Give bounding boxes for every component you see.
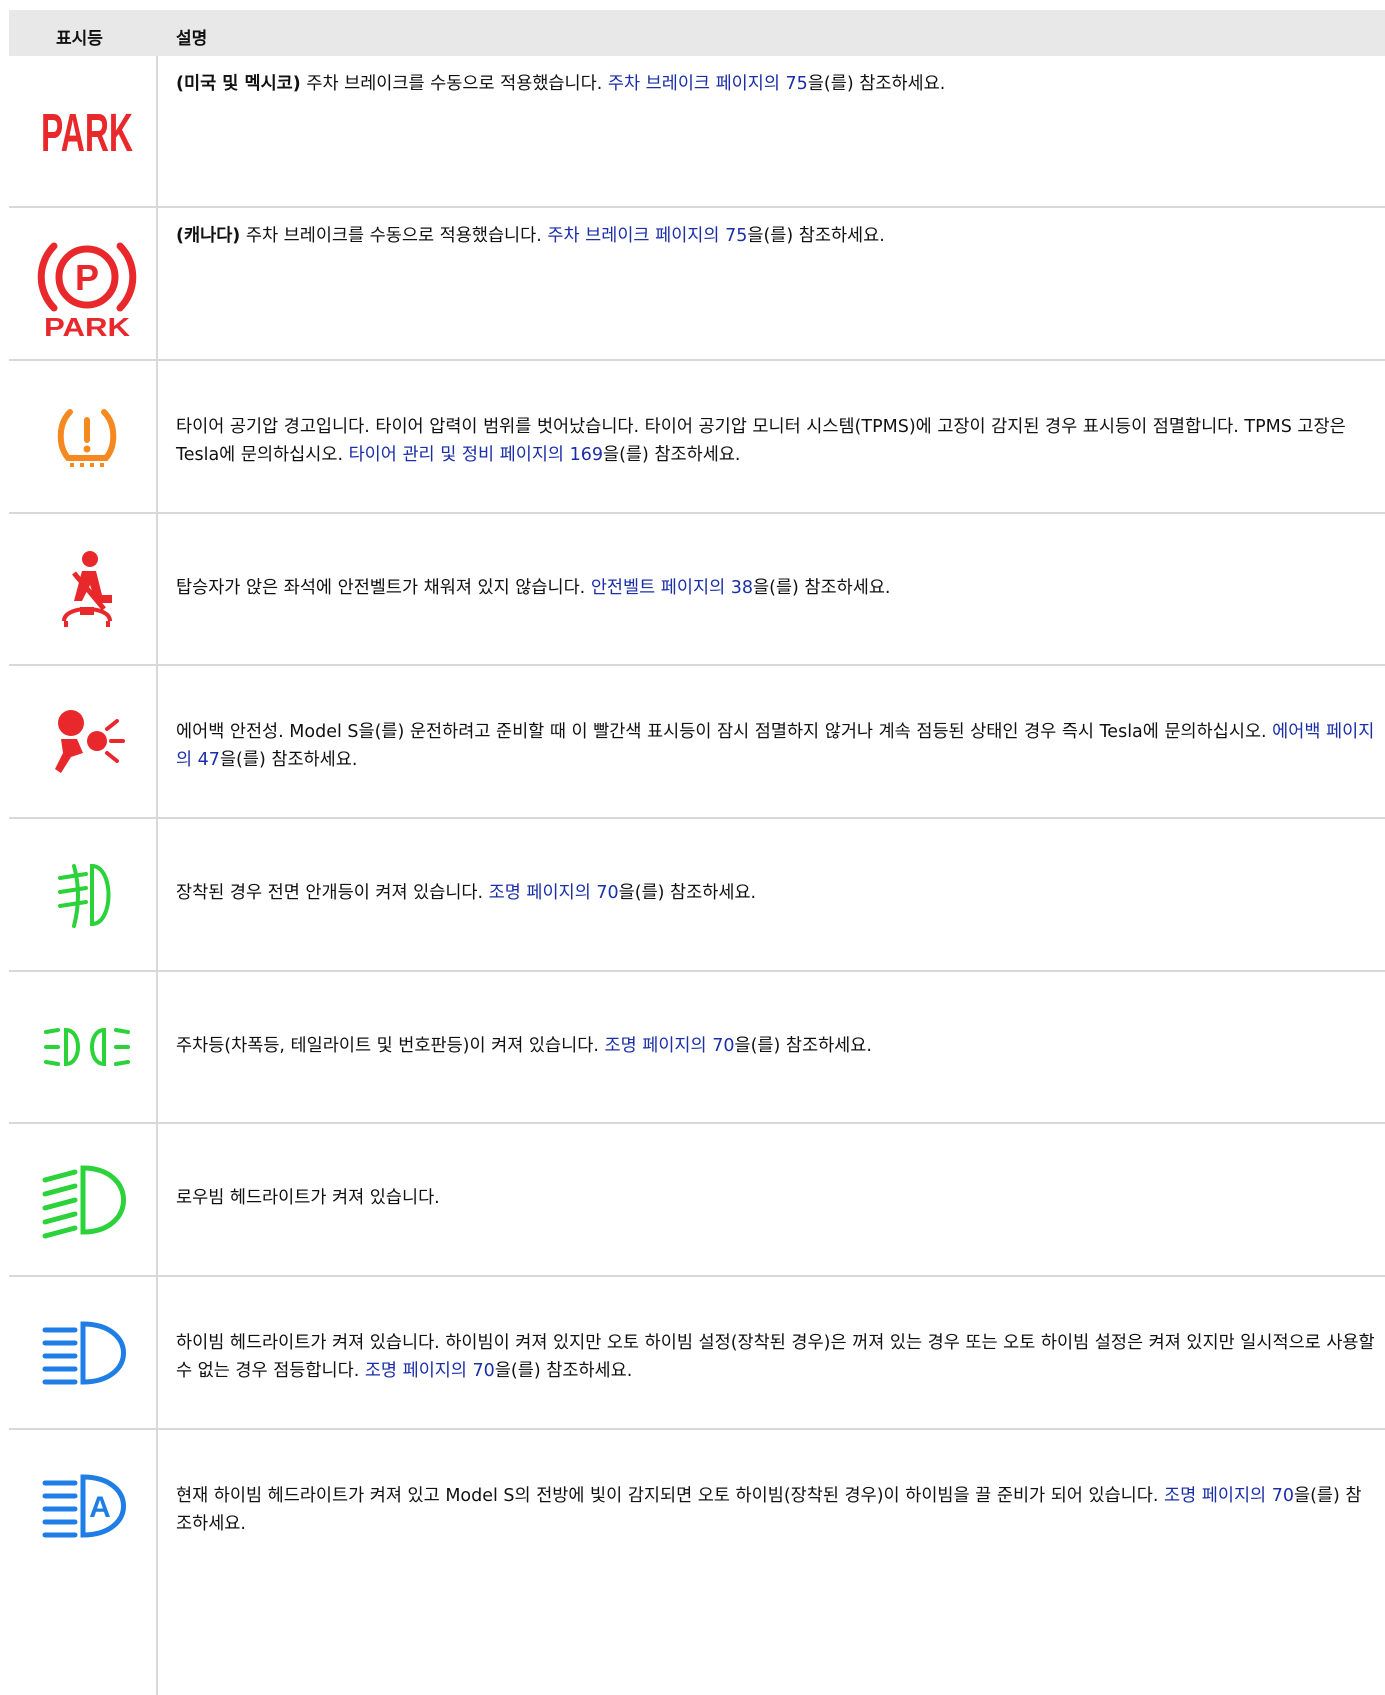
- description-text: 주차 브레이크를 수동으로 적용했습니다.: [240, 226, 548, 246]
- description-suffix: 을(를) 참조하세요.: [753, 578, 891, 598]
- description-text: 하이빔 헤드라이트가 켜져 있습니다. 하이빔이 켜져 있지만 오토 하이빔 설…: [176, 1333, 1375, 1381]
- park-text-icon: PARK: [9, 56, 165, 206]
- header-indicator: 표시등: [56, 29, 103, 49]
- row-description: 장착된 경우 전면 안개등이 켜져 있습니다. 조명 페이지의 70을(를) 참…: [176, 879, 1376, 907]
- tire-pressure-icon: [9, 361, 165, 512]
- page-link[interactable]: 안전벨트 페이지의 38: [591, 578, 753, 598]
- table-row: 주차등(차폭등, 테일라이트 및 번호판등)이 켜져 있습니다. 조명 페이지의…: [9, 972, 1385, 1124]
- description-suffix: 을(를) 참조하세요.: [618, 883, 757, 903]
- row-description: 주차등(차폭등, 테일라이트 및 번호판등)이 켜져 있습니다. 조명 페이지의…: [176, 1032, 1376, 1060]
- svg-text:PARK: PARK: [41, 103, 133, 161]
- airbag-icon: [9, 666, 165, 817]
- description-text: 에어백 안전성. Model S을(를) 운전하려고 준비할 때 이 빨간색 표…: [176, 722, 1273, 742]
- table-row: PARK (미국 및 멕시코) 주차 브레이크를 수동으로 적용했습니다. 주차…: [9, 56, 1385, 208]
- table-row: 탑승자가 앉은 좌석에 안전벨트가 채워져 있지 않습니다. 안전벨트 페이지의…: [9, 514, 1385, 666]
- page-link[interactable]: 타이어 관리 및 정비 페이지의 169: [349, 445, 603, 465]
- page-link[interactable]: 주차 브레이크 페이지의 75: [608, 74, 808, 94]
- row-description: 현재 하이빔 헤드라이트가 켜져 있고 Model S의 전방에 빛이 감지되면…: [176, 1482, 1376, 1538]
- auto-high-beam-icon: A: [9, 1430, 165, 1581]
- high-beam-icon: [9, 1277, 165, 1428]
- seatbelt-icon: [9, 514, 165, 664]
- row-description: (캐나다) 주차 브레이크를 수동으로 적용했습니다. 주차 브레이크 페이지의…: [176, 222, 1376, 250]
- page-link[interactable]: 조명 페이지의 70: [1164, 1486, 1294, 1506]
- page-link[interactable]: 조명 페이지의 70: [604, 1036, 734, 1056]
- svg-text:P: P: [75, 257, 99, 298]
- description-suffix: 을(를) 참조하세요.: [494, 1361, 633, 1381]
- row-description: 타이어 공기압 경고입니다. 타이어 압력이 범위를 벗어났습니다. 타이어 공…: [176, 413, 1376, 469]
- front-fog-light-icon: [9, 819, 165, 970]
- description-text: 탑승자가 앉은 좌석에 안전벨트가 채워져 있지 않습니다.: [176, 578, 591, 598]
- description-text: 장착된 경우 전면 안개등이 켜져 있습니다.: [176, 883, 489, 903]
- indicator-table: 표시등 설명 PARK (미국 및 멕시코) 주차 브레이크를 수동으로 적용했…: [9, 10, 1385, 1581]
- header-description: 설명: [176, 29, 208, 49]
- page-link[interactable]: 주차 브레이크 페이지의 75: [547, 226, 747, 246]
- region-label: (캐나다): [176, 226, 241, 246]
- description-suffix: 을(를) 참조하세요.: [219, 750, 358, 770]
- row-description: (미국 및 멕시코) 주차 브레이크를 수동으로 적용했습니다. 주차 브레이크…: [176, 70, 1376, 98]
- table-row: 로우빔 헤드라이트가 켜져 있습니다.: [9, 1124, 1385, 1277]
- table-row: 장착된 경우 전면 안개등이 켜져 있습니다. 조명 페이지의 70을(를) 참…: [9, 819, 1385, 972]
- description-suffix: 을(를) 참조하세요.: [603, 445, 741, 465]
- table-header: 표시등 설명: [9, 10, 1385, 56]
- description-text: 로우빔 헤드라이트가 켜져 있습니다.: [176, 1188, 440, 1208]
- table-row: 타이어 공기압 경고입니다. 타이어 압력이 범위를 벗어났습니다. 타이어 공…: [9, 361, 1385, 514]
- region-label: (미국 및 멕시코): [176, 74, 301, 94]
- page-link[interactable]: 조명 페이지의 70: [365, 1361, 495, 1381]
- description-text: 주차등(차폭등, 테일라이트 및 번호판등)이 켜져 있습니다.: [176, 1036, 605, 1056]
- description-suffix: 을(를) 참조하세요.: [747, 226, 885, 246]
- row-description: 에어백 안전성. Model S을(를) 운전하려고 준비할 때 이 빨간색 표…: [176, 718, 1376, 774]
- low-beam-icon: [9, 1124, 165, 1275]
- description-text: 주차 브레이크를 수동으로 적용했습니다.: [300, 74, 608, 94]
- table-row: P PARK (캐나다) 주차 브레이크를 수동으로 적용했습니다. 주차 브레…: [9, 208, 1385, 361]
- svg-text:PARK: PARK: [44, 312, 130, 341]
- table-row: 에어백 안전성. Model S을(를) 운전하려고 준비할 때 이 빨간색 표…: [9, 666, 1385, 819]
- table-row: 하이빔 헤드라이트가 켜져 있습니다. 하이빔이 켜져 있지만 오토 하이빔 설…: [9, 1277, 1385, 1430]
- park-brake-circle-icon: P PARK: [9, 208, 165, 359]
- description-text: 현재 하이빔 헤드라이트가 켜져 있고 Model S의 전방에 빛이 감지되면…: [176, 1486, 1164, 1506]
- description-suffix: 을(를) 참조하세요.: [807, 74, 946, 94]
- row-description: 하이빔 헤드라이트가 켜져 있습니다. 하이빔이 켜져 있지만 오토 하이빔 설…: [176, 1329, 1376, 1385]
- page-link[interactable]: 조명 페이지의 70: [489, 883, 619, 903]
- parking-lights-icon: [9, 972, 165, 1122]
- row-description: 탑승자가 앉은 좌석에 안전벨트가 채워져 있지 않습니다. 안전벨트 페이지의…: [176, 574, 1376, 602]
- svg-text:A: A: [89, 1491, 111, 1524]
- description-suffix: 을(를) 참조하세요.: [734, 1036, 872, 1056]
- table-row: A 현재 하이빔 헤드라이트가 켜져 있고 Model S의 전방에 빛이 감지…: [9, 1430, 1385, 1581]
- row-description: 로우빔 헤드라이트가 켜져 있습니다.: [176, 1184, 1376, 1212]
